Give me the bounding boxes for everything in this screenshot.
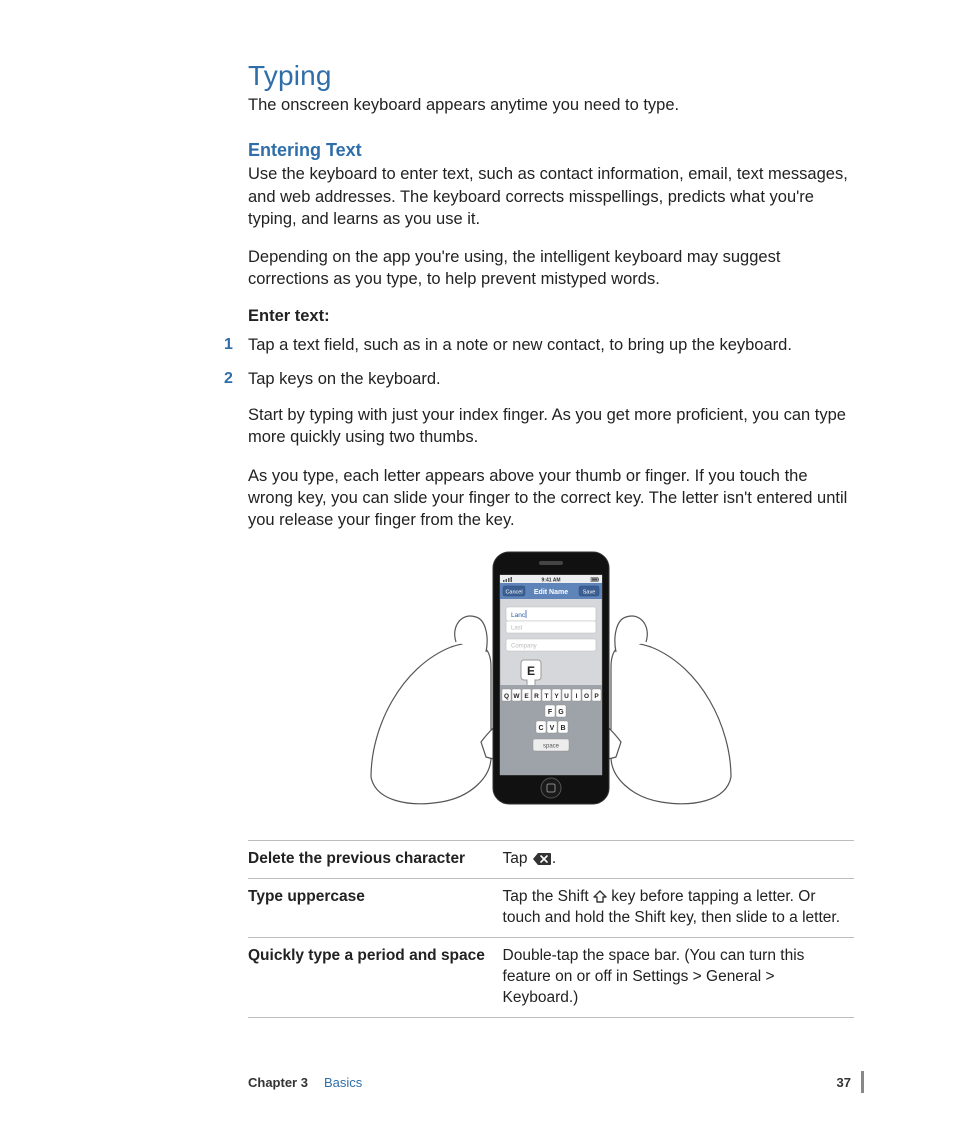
phone-nav-bar: Cancel Edit Name Save [500, 583, 602, 599]
row-label: Type uppercase [248, 879, 503, 938]
svg-text:E: E [524, 693, 529, 700]
field-first: Lanc [511, 612, 526, 619]
footer-chapter-label: Chapter 3 [248, 1075, 308, 1090]
step-number: 2 [224, 368, 233, 390]
steps-list: 1 Tap a text field, such as in a note or… [248, 334, 854, 391]
step-item: 1 Tap a text field, such as in a note or… [248, 334, 854, 356]
svg-text:P: P [594, 693, 599, 700]
step-followup-1: Start by typing with just your index fin… [248, 404, 854, 449]
table-row: Type uppercase Tap the Shift key before … [248, 879, 854, 938]
svg-text:T: T [545, 693, 549, 700]
row-label: Delete the previous character [248, 841, 503, 879]
phone-status-bar: 9:41 AM [500, 575, 602, 584]
subsection-p1: Use the keyboard to enter text, such as … [248, 163, 854, 230]
table-row: Quickly type a period and space Double-t… [248, 938, 854, 1018]
svg-text:Y: Y [554, 693, 559, 700]
shift-icon [593, 890, 607, 904]
feature-table: Delete the previous character Tap . Type… [248, 840, 854, 1018]
status-time: 9:41 AM [542, 578, 561, 584]
popup-letter: E [527, 664, 535, 678]
svg-text:O: O [584, 693, 589, 700]
footer-page-number: 37 [837, 1075, 861, 1090]
field-last: Last [511, 626, 523, 632]
svg-text:R: R [534, 693, 539, 700]
row-desc: Tap . [503, 841, 854, 879]
phone-keyboard: QWERTYUIOP F G C V B space [500, 685, 602, 775]
svg-text:C: C [538, 725, 543, 732]
page-footer: Chapter 3 Basics 37 [248, 1071, 864, 1093]
svg-text:U: U [564, 693, 569, 700]
step-followup-2: As you type, each letter appears above y… [248, 465, 854, 532]
svg-text:Q: Q [504, 693, 509, 700]
illustration-wrap: 9:41 AM Cancel Edit Name Save Lanc [248, 547, 854, 822]
footer-chapter-name: Basics [324, 1075, 362, 1090]
svg-text:V: V [550, 725, 555, 732]
step-item: 2 Tap keys on the keyboard. [248, 368, 854, 390]
step-text: Tap a text field, such as in a note or n… [248, 336, 792, 354]
space-key: space [543, 744, 560, 750]
subsection-title: Entering Text [248, 140, 854, 161]
nav-title: Edit Name [534, 589, 568, 596]
table-row: Delete the previous character Tap . [248, 841, 854, 879]
manual-page: Typing The onscreen keyboard appears any… [0, 0, 954, 1145]
row-desc: Double-tap the space bar. (You can turn … [503, 938, 854, 1018]
section-lead: The onscreen keyboard appears anytime yo… [248, 94, 854, 116]
field-company: Company [511, 644, 537, 650]
phone-form: Lanc Last Company [506, 607, 596, 651]
phone-typing-illustration: 9:41 AM Cancel Edit Name Save Lanc [361, 547, 741, 817]
row-desc: Tap the Shift key before tapping a lette… [503, 879, 854, 938]
svg-text:I: I [576, 693, 578, 700]
step-text: Tap keys on the keyboard. [248, 370, 441, 388]
nav-save-button: Save [583, 590, 596, 596]
delete-icon [532, 852, 552, 866]
subsection-p2: Depending on the app you're using, the i… [248, 246, 854, 291]
svg-text:G: G [558, 709, 564, 716]
step-number: 1 [224, 334, 233, 356]
svg-text:W: W [513, 693, 520, 700]
steps-label: Enter text: [248, 307, 854, 326]
nav-cancel-button: Cancel [505, 590, 522, 596]
svg-text:F: F [548, 709, 553, 716]
section-title: Typing [248, 60, 854, 92]
svg-text:B: B [560, 725, 565, 732]
row-label: Quickly type a period and space [248, 938, 503, 1018]
